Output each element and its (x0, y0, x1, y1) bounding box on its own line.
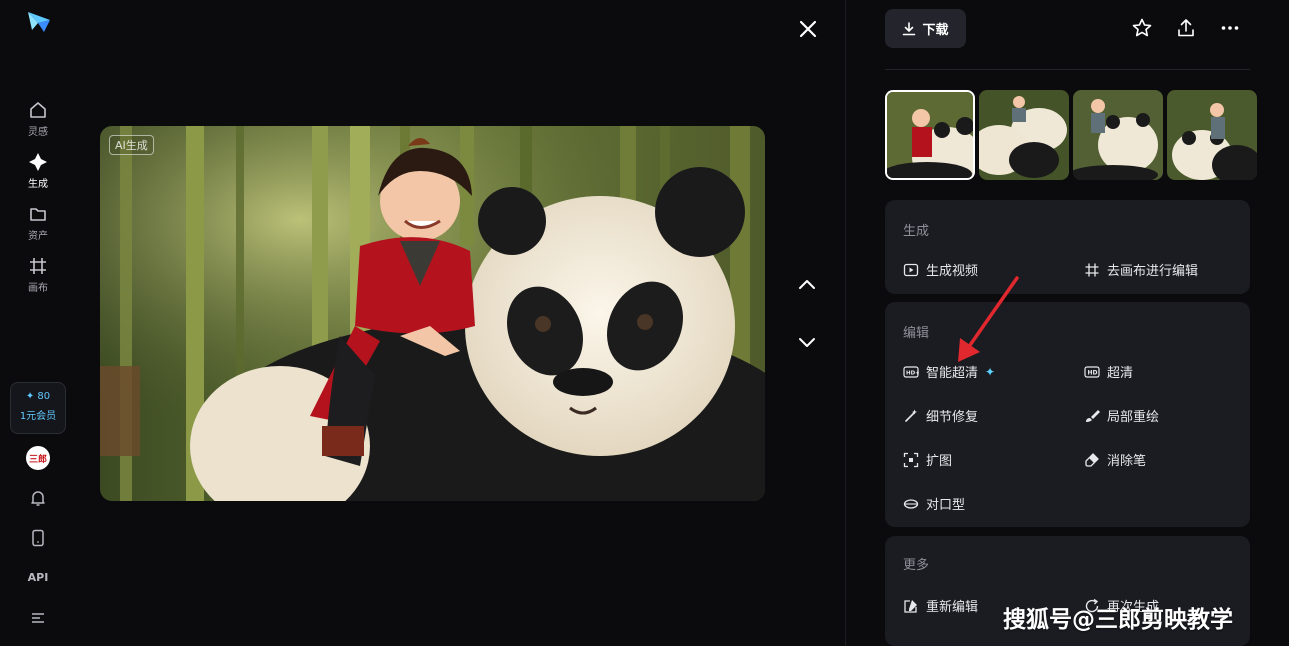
thumbnail-4[interactable] (1167, 90, 1257, 180)
expand-image-button[interactable]: 扩图 (903, 450, 952, 469)
chevron-down-icon[interactable] (795, 330, 819, 354)
action-label: 去画布进行编辑 (1107, 264, 1199, 279)
re-edit-button[interactable]: 重新编辑 (903, 596, 978, 615)
header-divider (885, 69, 1250, 70)
avatar[interactable]: 三郎 (26, 446, 50, 470)
vip-label: 1元会员 (19, 411, 57, 422)
download-label: 下载 (922, 23, 949, 38)
action-label: 对口型 (926, 498, 966, 513)
api-link[interactable]: API (0, 571, 76, 584)
action-label: 细节修复 (926, 410, 979, 425)
left-sidebar: 灵感 生成 资产 画布 ✦ 80 1元会员 三郎 API (0, 0, 76, 646)
phone-icon[interactable] (28, 528, 48, 548)
lips-icon (903, 498, 919, 509)
canvas-icon (1085, 263, 1099, 276)
close-icon[interactable] (796, 17, 820, 41)
sidebar-item-label: 灵感 (28, 127, 48, 138)
canvas-icon (30, 258, 46, 274)
folder-icon (30, 208, 46, 221)
boy-riding-panda-image (100, 126, 765, 501)
more-icon[interactable] (1219, 17, 1241, 39)
download-button[interactable]: 下载 (885, 9, 966, 48)
avatar-text: 三郎 (28, 454, 47, 465)
image-viewer: AI生成 (76, 0, 844, 646)
sidebar-item-inspiration[interactable]: 灵感 (0, 100, 76, 138)
sidebar-item-label: 资产 (28, 231, 48, 242)
vip-membership-button[interactable]: ✦ 80 1元会员 (10, 382, 66, 434)
thumbnail-3[interactable] (1073, 90, 1163, 180)
menu-icon[interactable] (28, 608, 48, 628)
download-icon (903, 21, 916, 35)
eraser-icon (1085, 452, 1099, 467)
generate-card: 生成 生成视频 去画布进行编辑 (885, 200, 1250, 294)
main-image: AI生成 (100, 126, 765, 501)
thumbnail-1[interactable] (885, 90, 975, 180)
home-icon (30, 102, 46, 118)
app-logo[interactable] (26, 10, 52, 34)
sidebar-item-assets[interactable]: 资产 (0, 204, 76, 242)
edit-icon (904, 599, 917, 613)
sidebar-item-generate[interactable]: 生成 (0, 152, 76, 190)
lip-sync-button[interactable]: 对口型 (903, 494, 965, 513)
edit-title: 编辑 (903, 326, 930, 341)
video-play-icon (903, 263, 919, 276)
edit-card: 编辑 HD+ 智能超清 ✦ HD 超清 细节修复 局部重绘 扩图 消除笔 对口型 (885, 302, 1250, 527)
ai-generated-tag: AI生成 (109, 135, 154, 155)
action-label: 重新编辑 (926, 600, 979, 615)
action-label: 局部重绘 (1107, 410, 1160, 425)
chevron-up-icon[interactable] (795, 273, 819, 297)
sidebar-item-canvas[interactable]: 画布 (0, 256, 76, 294)
action-label: 超清 (1107, 366, 1134, 381)
points-count: ✦ 80 (25, 391, 51, 402)
thumbnail-2[interactable] (979, 90, 1069, 180)
brush-icon (1086, 409, 1100, 422)
thumbnail-strip (885, 90, 1259, 180)
sidebar-item-label: 生成 (28, 179, 48, 190)
magic-wand-icon (905, 409, 917, 422)
share-icon[interactable] (1175, 17, 1197, 39)
detail-repair-button[interactable]: 细节修复 (903, 406, 978, 425)
app-root: 灵感 生成 资产 画布 ✦ 80 1元会员 三郎 API AI生成 下载 生成 … (0, 0, 1289, 646)
annotation-arrow (958, 276, 1019, 362)
action-label: 消除笔 (1107, 454, 1147, 469)
star-icon[interactable] (1131, 17, 1153, 39)
upscale-button[interactable]: HD 超清 (1084, 362, 1133, 381)
action-label: 扩图 (926, 454, 953, 469)
expand-icon (903, 452, 919, 467)
generate-title: 生成 (903, 224, 930, 239)
bell-icon[interactable] (28, 488, 48, 508)
svg-text:HD+: HD+ (906, 370, 919, 376)
more-title: 更多 (903, 558, 930, 573)
right-panel: 下载 生成 生成视频 去画布进行编辑 编辑 HD+ 智能超清 ✦ HD 超清 细… (846, 0, 1289, 646)
svg-text:HD: HD (1088, 369, 1098, 376)
watermark: 搜狐号@三郎剪映教学 (1003, 607, 1233, 633)
hd-icon: HD (1084, 365, 1100, 378)
inpaint-button[interactable]: 局部重绘 (1084, 406, 1159, 425)
sparkle-icon (29, 153, 47, 171)
eraser-button[interactable]: 消除笔 (1084, 450, 1146, 469)
sidebar-item-label: 画布 (28, 283, 48, 294)
hd-plus-icon: HD+ (903, 365, 919, 378)
edit-on-canvas-button[interactable]: 去画布进行编辑 (1084, 260, 1198, 279)
